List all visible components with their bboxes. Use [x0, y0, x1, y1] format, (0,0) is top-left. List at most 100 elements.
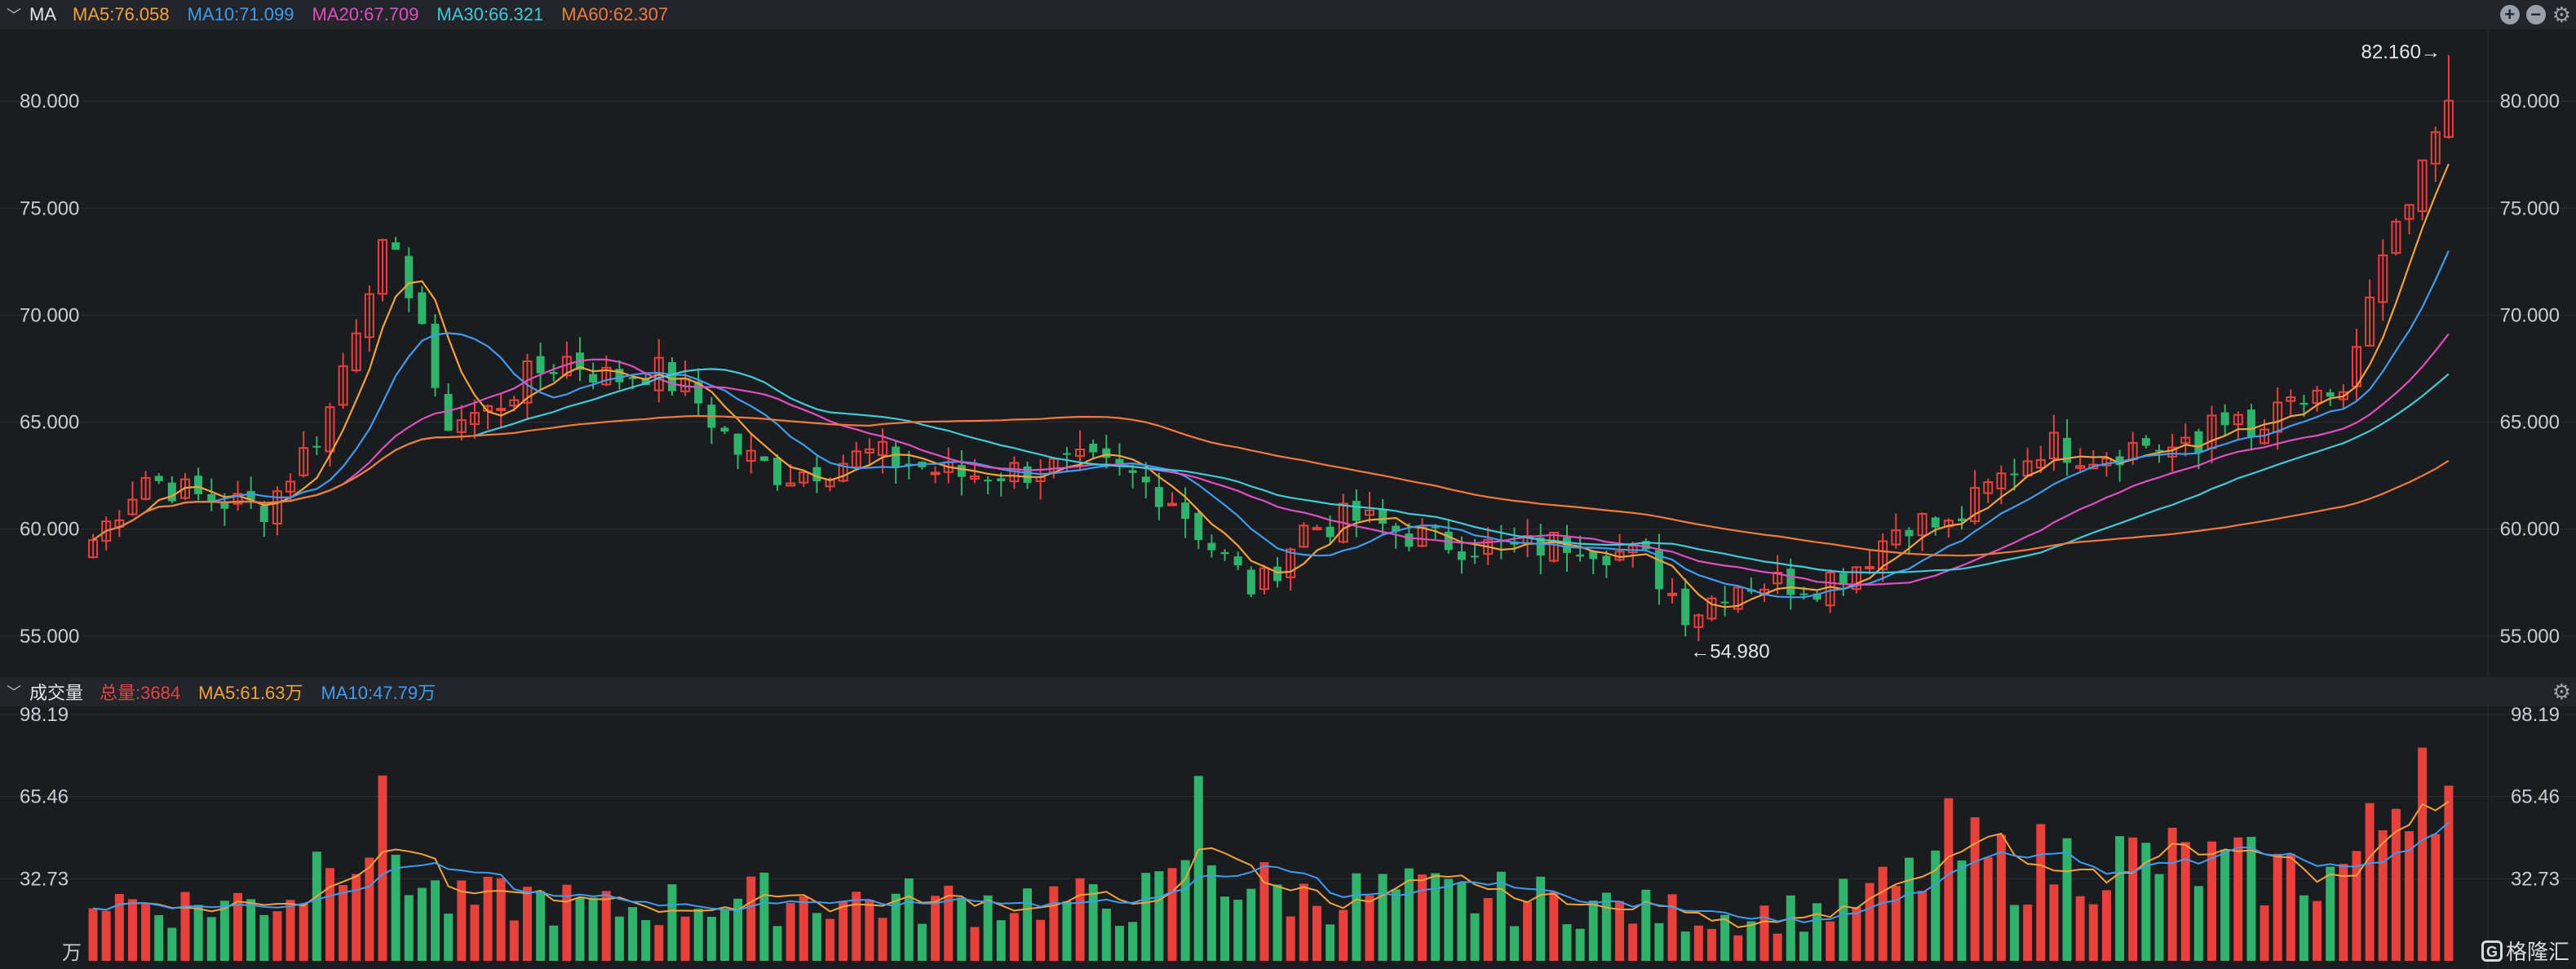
candle-down [2141, 438, 2150, 446]
candle-down [2010, 473, 2019, 476]
candle-down [1576, 554, 1585, 557]
volume-bar [1654, 923, 1664, 961]
volume-bar [1009, 913, 1019, 961]
volume-unit-label: 万 [62, 942, 82, 964]
volume-bar [101, 910, 111, 961]
volume-bar [1023, 888, 1033, 961]
volume-tick-left: 32.73 [20, 868, 69, 890]
volume-bar [1628, 923, 1638, 961]
volume-bar [2036, 824, 2046, 961]
volume-bar [88, 908, 98, 961]
volume-bar [1680, 931, 1690, 961]
volume-bar [1759, 905, 1769, 961]
candle-down [1128, 470, 1137, 473]
volume-bar [127, 899, 137, 961]
volume-bar [812, 913, 821, 961]
volume-bar [1444, 878, 1454, 961]
candle-up [1667, 592, 1678, 596]
volume-bar [2273, 853, 2282, 961]
volume-bar [339, 885, 348, 961]
volume-bar [931, 896, 941, 961]
price-tick-left: 70.000 [20, 304, 79, 326]
volume-bar [1062, 900, 1072, 961]
candle-down [1471, 555, 1480, 558]
candle-down [1023, 466, 1032, 484]
candle-up [930, 471, 941, 476]
candle-down [194, 476, 203, 494]
price-settings-gear-icon[interactable]: ⚙ [2552, 4, 2571, 25]
legend-vol-ma5: MA5:61.63万 [198, 683, 303, 703]
volume-bar [2220, 849, 2230, 961]
volume-bar [719, 909, 729, 961]
volume-bar [1352, 873, 1361, 961]
price-chart[interactable]: 80.000 80.000 75.000 75.000 70.000 70.000 65.0… [0, 29, 2576, 675]
candle-down [1207, 542, 1216, 551]
candle-down [1720, 601, 1729, 604]
volume-bar [2088, 904, 2098, 961]
volume-bar [444, 914, 454, 961]
candle-down [1062, 453, 1071, 455]
volume-bar [509, 920, 519, 961]
remove-indicator-icon[interactable]: − [2525, 5, 2546, 24]
candle-down [1602, 555, 1611, 565]
volume-bar [1036, 919, 1046, 961]
volume-bar [259, 914, 269, 961]
candle-down [418, 292, 427, 325]
volume-bar [325, 868, 334, 961]
candle-down [720, 427, 729, 432]
volume-bar [825, 918, 835, 961]
volume-bar [1891, 886, 1901, 961]
volume-bar [1339, 909, 1348, 961]
volume-bar [654, 925, 664, 961]
volume-chart[interactable]: 98.19 98.19 65.46 65.46 32.73 32.73 万 [0, 706, 2576, 969]
candle-down [2299, 402, 2308, 405]
candle-down [405, 255, 414, 299]
volume-bar [2313, 900, 2322, 961]
price-tick-left: 55.000 [20, 626, 79, 648]
volume-bar [1378, 874, 1388, 961]
candle-down [2326, 392, 2335, 397]
volume-bar [1220, 896, 1230, 961]
volume-bar [1957, 860, 1967, 961]
volume-bar [1826, 921, 1835, 961]
price-tick-right: 55.000 [2500, 626, 2560, 648]
volume-bar [1154, 871, 1164, 961]
max-price-label: 82.160→ [2361, 42, 2441, 64]
candle-down [1405, 533, 1414, 547]
volume-tick-right: 65.46 [2511, 786, 2560, 808]
candle-down [1379, 508, 1388, 524]
price-bg [0, 29, 2576, 675]
volume-bar [1365, 895, 1374, 961]
candle-down [549, 372, 558, 374]
volume-bar [917, 923, 927, 961]
volume-bar [1180, 860, 1190, 961]
volume-bar [2049, 884, 2059, 961]
volume-settings-gear-icon[interactable]: ⚙ [2552, 681, 2571, 702]
candle-down [1352, 501, 1361, 521]
legend-ma30: MA30:66.321 [436, 4, 544, 24]
volume-bar [1641, 889, 1651, 961]
legend-ma20: MA20:67.709 [312, 4, 419, 24]
volume-bar [470, 905, 480, 961]
volume-bar [1706, 928, 1716, 961]
volume-indicator-name[interactable]: 成交量 [29, 679, 83, 705]
volume-bar [299, 903, 308, 961]
volume-bar [1246, 888, 1256, 961]
volume-bar [2154, 874, 2164, 961]
volume-bar [641, 920, 651, 961]
volume-collapse-chevron-icon[interactable]: ﹀ [7, 681, 21, 702]
volume-bar [1114, 926, 1124, 961]
volume-bar [522, 887, 532, 961]
volume-bar [391, 854, 401, 961]
legend-ma5: MA5:76.058 [73, 4, 170, 24]
price-indicator-name[interactable]: MA [29, 4, 56, 25]
volume-bar [1470, 913, 1480, 961]
add-indicator-icon[interactable]: + [2499, 5, 2520, 24]
volume-bar [2299, 895, 2308, 961]
candle-up [1166, 502, 1178, 507]
volume-bar [1839, 878, 1848, 961]
volume-bar [365, 857, 374, 961]
collapse-chevron-icon[interactable]: ﹀ [7, 4, 21, 25]
volume-bar [1326, 924, 1335, 961]
candle-down [1102, 448, 1111, 458]
